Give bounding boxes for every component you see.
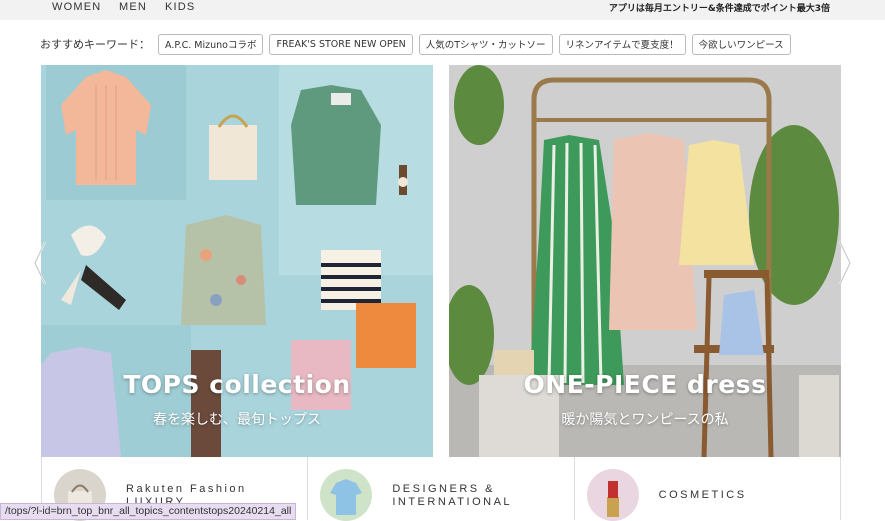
shirt-icon bbox=[320, 469, 372, 521]
one-piece-banner-title: ONE-PIECE dress bbox=[449, 370, 841, 399]
keyword-chip[interactable]: リネンアイテムで夏支度！ bbox=[559, 34, 686, 55]
lipstick-icon bbox=[587, 469, 639, 521]
status-bar-url: /tops/?l-id=brn_top_bnr_all_topics_conte… bbox=[0, 503, 296, 520]
card-cosmetics-title: COSMETICS bbox=[659, 489, 747, 502]
one-piece-dress-banner[interactable]: ONE-PIECE dress 暖か陽気とワンピースの私 bbox=[449, 65, 841, 457]
recommended-keywords: おすすめキーワード： A.P.C. Mizunoコラボ FREAK'S STOR… bbox=[40, 33, 791, 55]
tops-banner-subtitle: 春を楽しむ、最旬トップス bbox=[41, 409, 433, 429]
keyword-chip[interactable]: 人気のTシャツ・カットソー bbox=[419, 34, 553, 55]
tops-collection-banner[interactable]: TOPS collection 春を楽しむ、最旬トップス bbox=[41, 65, 433, 457]
app-promo-text[interactable]: アプリは毎月エントリー&条件達成でポイント最大3倍 bbox=[609, 1, 830, 14]
chevron-right-icon[interactable] bbox=[838, 240, 852, 286]
chevron-left-icon[interactable] bbox=[33, 240, 47, 286]
card-designers[interactable]: DESIGNERS &INTERNATIONAL bbox=[308, 457, 574, 520]
nav-women-link[interactable]: WOMEN bbox=[52, 1, 101, 13]
nav-men-link[interactable]: MEN bbox=[119, 1, 147, 13]
keyword-chip[interactable]: 今欲しいワンピース bbox=[692, 34, 791, 55]
card-cosmetics[interactable]: COSMETICS bbox=[575, 457, 840, 520]
nav-kids-link[interactable]: KIDS bbox=[165, 1, 195, 13]
category-nav-bar: WOMEN MEN KIDS アプリは毎月エントリー&条件達成でポイント最大3倍 bbox=[0, 0, 885, 20]
keyword-chip[interactable]: A.P.C. Mizunoコラボ bbox=[158, 34, 263, 55]
one-piece-banner-subtitle: 暖か陽気とワンピースの私 bbox=[449, 409, 841, 429]
keyword-chip[interactable]: FREAK'S STORE NEW OPEN bbox=[269, 34, 412, 55]
tops-banner-title: TOPS collection bbox=[41, 370, 433, 399]
keywords-label: おすすめキーワード： bbox=[40, 36, 150, 52]
card-designers-title: DESIGNERS &INTERNATIONAL bbox=[392, 483, 512, 509]
